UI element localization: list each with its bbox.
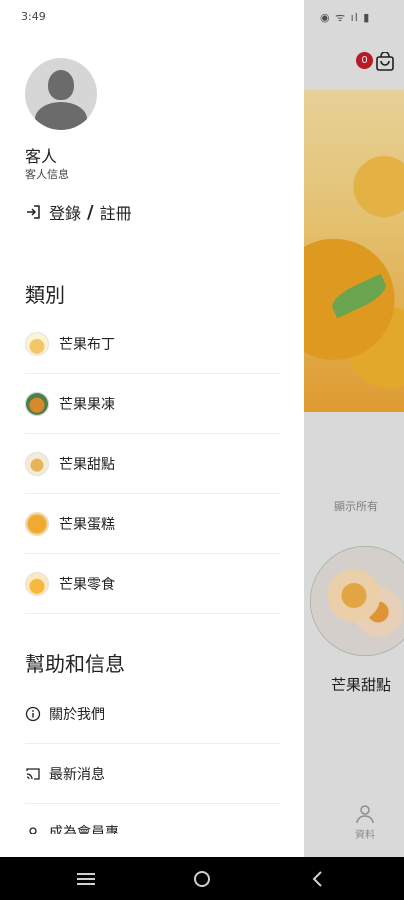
help-list: 關於我們 最新消息 成為會員專 bbox=[25, 684, 280, 834]
category-item-mango-cake[interactable]: 芒果蛋糕 bbox=[25, 494, 280, 554]
help-label: 最新消息 bbox=[49, 766, 105, 783]
category-thumbnail bbox=[25, 331, 49, 356]
category-thumbnail bbox=[25, 391, 49, 416]
navigation-drawer: 3:49 客人 客人信息 登錄 / 註冊 類別 芒果布丁 芒果果凍 芒果甜點 芒… bbox=[0, 0, 304, 857]
category-item-mango-snack[interactable]: 芒果零食 bbox=[25, 554, 280, 614]
menu-icon bbox=[77, 872, 95, 885]
drawer-scrim[interactable] bbox=[304, 0, 404, 857]
info-icon bbox=[25, 706, 41, 721]
category-list: 芒果布丁 芒果果凍 芒果甜點 芒果蛋糕 芒果零食 bbox=[25, 314, 280, 614]
login-label[interactable]: 登錄 bbox=[49, 200, 81, 224]
category-item-mango-jelly[interactable]: 芒果果凍 bbox=[25, 374, 280, 434]
home-button[interactable] bbox=[182, 857, 222, 900]
category-label: 芒果布丁 bbox=[59, 336, 115, 353]
back-chevron-icon bbox=[312, 870, 322, 887]
help-title: 幫助和信息 bbox=[25, 652, 125, 676]
user-icon bbox=[29, 827, 37, 834]
help-item-latest-news[interactable]: 最新消息 bbox=[25, 744, 280, 804]
category-thumbnail bbox=[25, 451, 49, 476]
category-item-mango-pudding[interactable]: 芒果布丁 bbox=[25, 314, 280, 374]
user-name: 客人 bbox=[25, 147, 58, 166]
category-label: 芒果甜點 bbox=[59, 456, 115, 473]
category-thumbnail bbox=[25, 511, 49, 536]
home-circle-icon bbox=[194, 870, 210, 887]
user-info: 客人信息 bbox=[25, 168, 69, 181]
help-label: 成為會員專 bbox=[49, 825, 119, 834]
status-time: 3:49 bbox=[21, 10, 46, 23]
avatar-body-shape bbox=[35, 102, 87, 130]
categories-title: 類別 bbox=[25, 283, 65, 307]
category-label: 芒果零食 bbox=[59, 576, 115, 593]
category-item-mango-dessert[interactable]: 芒果甜點 bbox=[25, 434, 280, 494]
login-icon bbox=[27, 205, 40, 219]
category-thumbnail bbox=[25, 571, 49, 596]
register-label[interactable]: 註冊 bbox=[100, 200, 132, 224]
recent-apps-button[interactable] bbox=[66, 857, 106, 900]
system-nav-bar bbox=[0, 857, 404, 900]
help-item-membership[interactable]: 成為會員專 bbox=[25, 804, 280, 834]
category-label: 芒果蛋糕 bbox=[59, 516, 115, 533]
avatar-head-shape bbox=[48, 70, 74, 100]
login-register-link[interactable]: 登錄 / 註冊 bbox=[25, 201, 132, 223]
back-button[interactable] bbox=[298, 857, 338, 900]
help-item-about-us[interactable]: 關於我們 bbox=[25, 684, 280, 744]
category-label: 芒果果凍 bbox=[59, 396, 115, 413]
help-label: 關於我們 bbox=[49, 706, 105, 723]
avatar[interactable] bbox=[25, 58, 97, 130]
cast-icon bbox=[26, 767, 40, 780]
login-separator: / bbox=[87, 201, 94, 223]
